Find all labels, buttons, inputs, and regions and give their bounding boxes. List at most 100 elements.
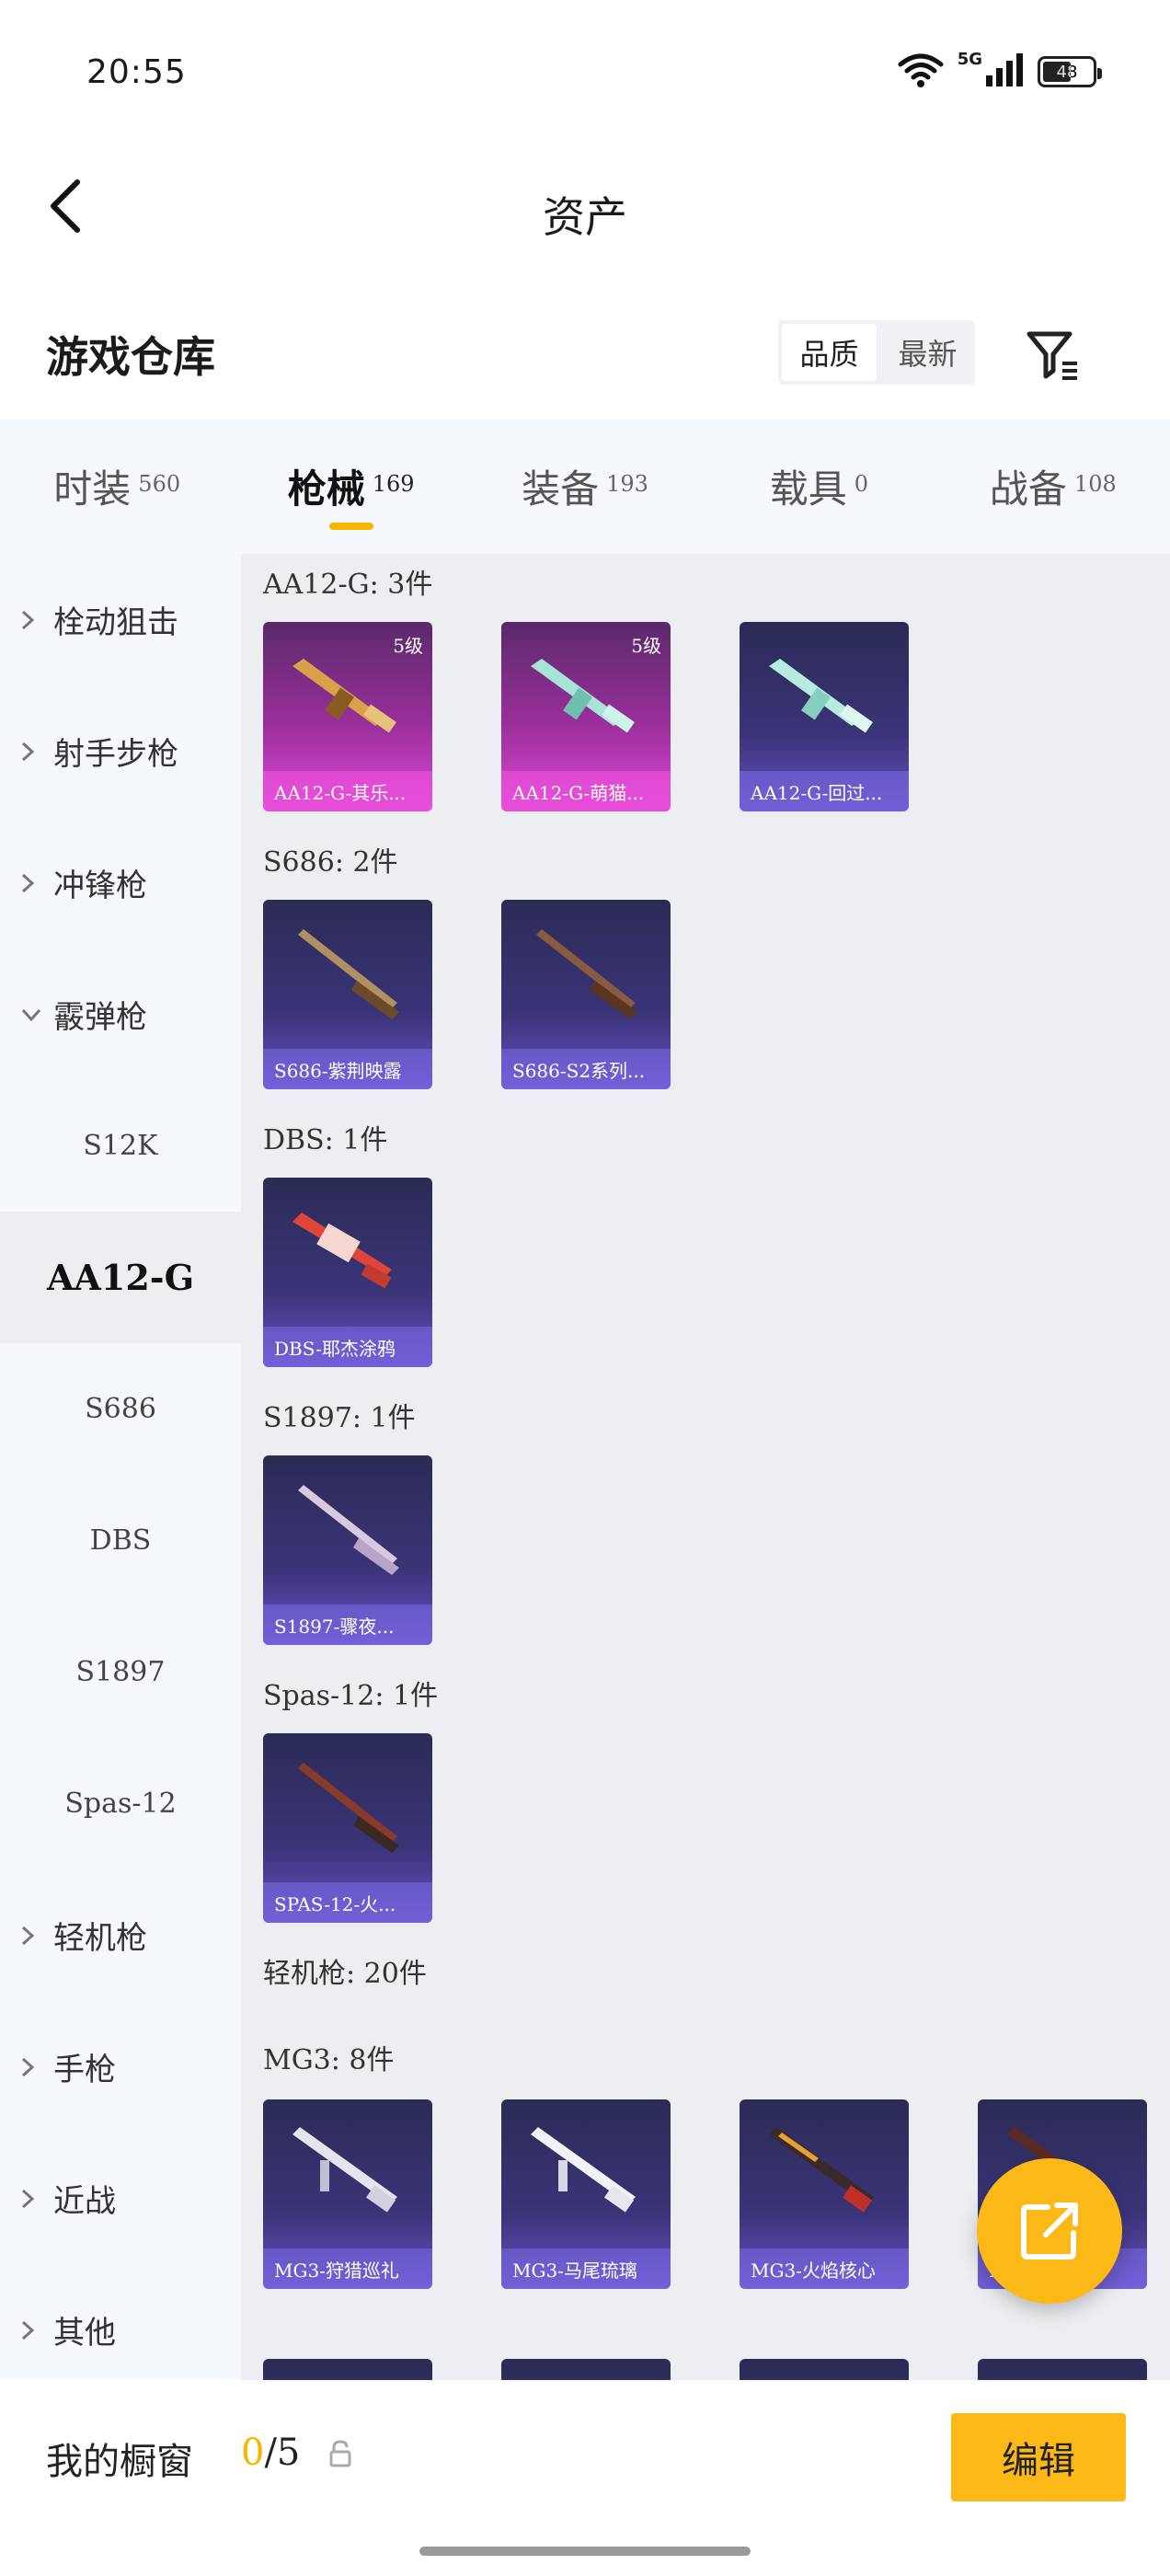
skin-card[interactable]: MG3-马尾琉璃	[501, 2099, 671, 2289]
weapon-type-sidebar: 栓动狙击 射手步枪 冲锋枪 霰弹枪 S12K AA12-G S686 DBS S…	[0, 554, 241, 2380]
sidebar-subitem-s1897[interactable]: S1897	[0, 1606, 241, 1738]
tab-outfits[interactable]: 时装 560	[0, 420, 234, 554]
tab-count: 0	[854, 471, 869, 497]
sort-newest[interactable]: 最新	[880, 320, 975, 385]
chevron-down-icon	[20, 1007, 46, 1022]
skin-card[interactable]: S686-紫荆映露	[263, 900, 432, 1089]
sidebar-item-marksman-rifle[interactable]: 射手步枪	[0, 685, 241, 817]
sidebar-subitem-spas12[interactable]: Spas-12	[0, 1738, 241, 1869]
status-time: 20:55	[86, 53, 187, 91]
skin-card[interactable]	[740, 2359, 909, 2380]
group-label: S1897: 1件	[263, 1402, 416, 1434]
skin-name: MG3-马尾琉璃	[501, 2248, 671, 2289]
group-label: MG3: 8件	[263, 2044, 395, 2076]
home-indicator[interactable]	[419, 2547, 751, 2556]
sidebar-item-bolt-sniper[interactable]: 栓动狙击	[0, 554, 241, 685]
showcase-label: 我的橱窗	[46, 2441, 193, 2483]
active-tab-indicator	[328, 523, 373, 530]
sidebar-item-lmg[interactable]: 轻机枪	[0, 1869, 241, 2001]
sidebar-item-label: 轻机枪	[53, 1920, 147, 1957]
sidebar-item-label: S1897	[75, 1656, 166, 1688]
filter-icon	[1027, 331, 1077, 380]
skin-level: 5级	[631, 635, 661, 657]
sidebar-subitem-s12k[interactable]: S12K	[0, 1080, 241, 1212]
skin-level: 5级	[393, 635, 423, 657]
weapon-skin-grid: AA12-G: 3件 5级 AA12-G-其乐... 5级 AA12-G-萌猫.…	[241, 554, 1170, 2380]
group-label: S686: 2件	[263, 846, 398, 879]
status-icons: 5G 48	[897, 50, 1102, 92]
sidebar-item-label: Spas-12	[64, 1788, 177, 1820]
sort-quality[interactable]: 品质	[782, 324, 877, 381]
share-icon	[1021, 2202, 1078, 2260]
gun-icon	[292, 2127, 397, 2213]
skin-card[interactable]: SPAS-12-火...	[263, 1733, 432, 1923]
skin-card[interactable]: 5级 AA12-G-其乐...	[263, 622, 432, 811]
skin-card[interactable]: 5级 AA12-G-萌猫...	[501, 622, 671, 811]
chevron-right-icon	[20, 741, 46, 763]
chevron-right-icon	[20, 2056, 46, 2078]
gun-icon	[536, 929, 637, 1019]
skin-card[interactable]: MG3-火焰核心	[740, 2099, 909, 2289]
tab-equipment[interactable]: 装备 193	[468, 420, 702, 554]
sidebar-item-label: 霰弹枪	[53, 999, 147, 1036]
chevron-right-icon	[20, 609, 46, 631]
sidebar-subitem-dbs[interactable]: DBS	[0, 1475, 241, 1606]
sidebar-item-other[interactable]: 其他	[0, 2264, 241, 2396]
tab-guns[interactable]: 枪械 169	[234, 420, 467, 554]
sidebar-item-label: 冲锋枪	[53, 868, 147, 904]
gun-icon	[292, 1213, 392, 1289]
sidebar-item-melee[interactable]: 近战	[0, 2133, 241, 2264]
skin-card[interactable]: S686-S2系列...	[501, 900, 671, 1089]
tab-count: 560	[138, 471, 181, 497]
skin-card[interactable]	[263, 2359, 432, 2380]
sidebar-item-label: DBS	[89, 1524, 152, 1557]
showcase-bar: 我的橱窗 0/5 编辑	[0, 2380, 1170, 2532]
sidebar-item-label: S686	[85, 1393, 156, 1425]
sidebar-item-pistol[interactable]: 手枪	[0, 2001, 241, 2133]
gun-icon	[298, 1763, 399, 1853]
skin-card[interactable]: MG3-狩猎巡礼	[263, 2099, 432, 2289]
tab-label: 战备	[989, 466, 1067, 512]
sidebar-item-shotgun[interactable]: 霰弹枪	[0, 949, 241, 1080]
sidebar-item-label: S12K	[83, 1130, 158, 1162]
sidebar-item-label: 其他	[53, 2315, 116, 2352]
skin-name: SPAS-12-火...	[263, 1882, 432, 1923]
sidebar-item-label: 射手步枪	[53, 736, 178, 773]
nav-bar: 资产	[0, 147, 1170, 267]
skin-name: S686-紫荆映露	[263, 1049, 432, 1089]
gun-icon	[769, 659, 873, 733]
tab-count: 169	[372, 471, 415, 497]
skin-card[interactable]: S1897-骤夜...	[263, 1455, 432, 1645]
gun-icon	[298, 1485, 399, 1575]
sidebar-item-smg[interactable]: 冲锋枪	[0, 817, 241, 949]
sidebar-item-label: 栓动狙击	[53, 604, 178, 641]
edit-button[interactable]: 编辑	[951, 2413, 1126, 2501]
tab-label: 装备	[522, 466, 600, 512]
category-tabs: 时装 560 枪械 169 装备 193 载具 0 战备 108	[0, 420, 1170, 554]
tab-supplies[interactable]: 战备 108	[936, 420, 1170, 554]
category-label: 轻机枪: 20件	[263, 1958, 427, 1990]
sidebar-item-label: AA12-G	[46, 1257, 195, 1298]
gun-icon	[298, 929, 399, 1019]
skin-card[interactable]	[978, 2359, 1147, 2380]
battery-icon: 48	[1038, 56, 1102, 87]
tab-vehicles[interactable]: 载具 0	[702, 420, 935, 554]
group-label: DBS: 1件	[263, 1124, 388, 1156]
battery-tip	[1097, 68, 1102, 79]
filter-button[interactable]	[1023, 324, 1084, 385]
share-button[interactable]	[977, 2158, 1122, 2304]
chevron-right-icon	[20, 2319, 46, 2341]
skin-card[interactable]	[501, 2359, 671, 2380]
tab-label: 载具	[769, 466, 847, 512]
gun-icon	[531, 2127, 636, 2213]
skin-name: MG3-火焰核心	[740, 2248, 909, 2289]
skin-card[interactable]: DBS-耶杰涂鸦	[263, 1178, 432, 1367]
sidebar-subitem-aa12g[interactable]: AA12-G	[0, 1212, 241, 1343]
skin-name: MG3-狩猎巡礼	[263, 2248, 432, 2289]
chevron-right-icon	[20, 2188, 46, 2210]
battery-text: 48	[1056, 62, 1078, 82]
sidebar-subitem-s686[interactable]: S686	[0, 1343, 241, 1475]
group-label: Spas-12: 1件	[263, 1680, 439, 1712]
showcase-current: 0	[241, 2432, 265, 2474]
skin-card[interactable]: AA12-G-回过...	[740, 622, 909, 811]
